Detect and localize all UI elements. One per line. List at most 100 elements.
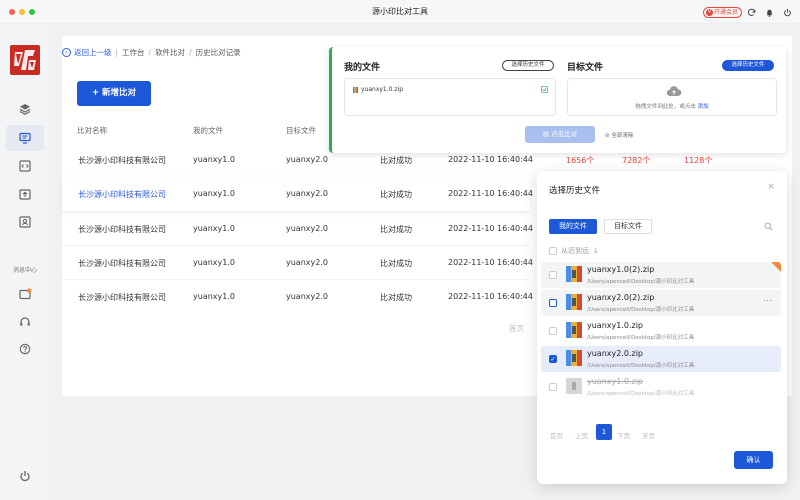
vip-label: 开通会员 [714, 9, 739, 16]
cell-time: 2022-11-10 16:40:44 [448, 292, 533, 301]
breadcrumb-item-workbench[interactable]: 工作台 [122, 47, 145, 58]
select-all-checkbox[interactable] [549, 247, 557, 255]
cell-name: 长沙源小印科技有限公司 [78, 225, 166, 234]
tab-target-files[interactable]: 目标文件 [604, 219, 652, 234]
file-path: /Users/apencell/Desktop/源小印比对工具 [587, 307, 695, 313]
cell-name: 长沙源小印科技有限公司 [78, 190, 166, 199]
file-name: yuanxy1.0.zip [587, 377, 644, 386]
history-file-modal: 选择历史文件 × 我的文件 目标文件 从近到远 ↓ yuanxy1.0(2).z… [537, 171, 787, 484]
cell-time: 2022-11-10 16:40:44 [448, 224, 533, 233]
zip-icon [566, 322, 582, 338]
file-checkbox-checked[interactable]: ✓ [549, 355, 557, 363]
file-checkbox[interactable] [549, 271, 557, 279]
close-icon[interactable]: × [767, 182, 775, 192]
cell-status: 比对成功 [380, 293, 412, 302]
code-icon[interactable] [18, 159, 32, 173]
breadcrumb-item-software-compare[interactable]: 软件比对 [155, 47, 185, 58]
list-item[interactable]: yuanxy1.0.zip /Users/apencell/Desktop/源小… [541, 318, 781, 344]
compare-label: 点击比对 [551, 130, 578, 138]
sort-label: 从近到远 [561, 247, 589, 255]
zip-icon [353, 86, 358, 93]
message-icon[interactable] [18, 287, 32, 301]
pager-prev[interactable]: 上页 [575, 430, 588, 440]
pager-next[interactable]: 下页 [617, 430, 630, 440]
my-file-item[interactable]: yuanxy1.0.zip [353, 86, 403, 93]
title-bar: 源小印比对工具 V 开通会员 [0, 0, 800, 24]
file-name: yuanxy2.0(2).zip [587, 293, 655, 302]
my-file-box: yuanxy1.0.zip [344, 78, 556, 116]
sort-arrow-icon: ↓ [593, 247, 599, 255]
refresh-icon[interactable] [747, 8, 756, 17]
target-drop-zone[interactable]: 拖拽文件到此处，或点击 添加 [567, 78, 777, 116]
help-icon[interactable] [18, 342, 32, 356]
file-name: yuanxy1.0(2).zip [587, 265, 655, 274]
file-checkbox[interactable] [549, 327, 557, 335]
monitor-icon[interactable] [18, 131, 32, 145]
zip-icon [566, 350, 582, 366]
tab-my-files[interactable]: 我的文件 [549, 219, 597, 234]
cell-target-file: yuanxy2.0 [286, 224, 328, 233]
pager-last[interactable]: 末页 [642, 430, 655, 440]
layers-icon[interactable] [18, 102, 32, 116]
cell-my-file: yuanxy1.0 [193, 155, 235, 164]
my-history-button[interactable]: 选择历史文件 [502, 60, 554, 71]
compare-button[interactable]: ▤ 点击比对 [525, 126, 595, 143]
power-icon[interactable] [783, 8, 792, 17]
logout-power-icon[interactable] [18, 469, 32, 483]
cell-my-file: yuanxy1.0 [193, 189, 235, 198]
list-item[interactable]: ✓ yuanxy2.0.zip /Users/apencell/Desktop/… [541, 346, 781, 372]
cell-status: 比对成功 [380, 190, 412, 199]
upload-card: 我的文件 选择历史文件 目标文件 选择历史文件 yuanxy1.0.zip 拖拽… [329, 47, 786, 153]
cell-target-file: yuanxy2.0 [286, 189, 328, 198]
confirm-button[interactable]: 确认 [734, 451, 773, 469]
vip-icon: V [706, 9, 713, 16]
file-checkbox[interactable] [549, 299, 557, 307]
clear-all-button[interactable]: ⊘ 全部清除 [605, 131, 633, 139]
cell-count-2: 7282个 [622, 156, 651, 165]
vip-button[interactable]: V 开通会员 [703, 7, 743, 18]
file-checkbox [549, 383, 557, 391]
file-name: yuanxy1.0.zip [587, 321, 644, 330]
cell-my-file: yuanxy1.0 [193, 224, 235, 233]
cell-time: 2022-11-10 16:40:44 [448, 258, 533, 267]
upload-icon[interactable] [18, 187, 32, 201]
drop-hint: 拖拽文件到此处，或点击 添加 [568, 102, 776, 110]
new-corner-badge [771, 262, 781, 272]
pager-current[interactable]: 1 [596, 424, 612, 440]
my-file-name: yuanxy1.0.zip [361, 86, 404, 93]
cell-time: 2022-11-10 16:40:44 [448, 155, 533, 164]
target-history-button[interactable]: 选择历史文件 [722, 60, 774, 71]
zip-icon [566, 294, 582, 310]
table-row[interactable]: 长沙源小印科技有限公司 yuanxy1.0 yuanxy2.0 比对成功 202… [62, 177, 533, 211]
app-title: 源小印比对工具 [372, 7, 428, 16]
cell-status: 比对成功 [380, 225, 412, 234]
column-header-target-file: 目标文件 [286, 126, 316, 135]
sort-control[interactable]: 从近到远 ↓ [549, 246, 599, 256]
cell-status: 比对成功 [380, 259, 412, 268]
back-link[interactable]: ‹ 返回上一级 [62, 47, 112, 58]
cell-count-3: 1128个 [684, 156, 713, 165]
more-icon[interactable]: ··· [763, 297, 773, 305]
search-icon[interactable] [764, 222, 773, 231]
cell-name: 长沙源小印科技有限公司 [78, 259, 166, 268]
headset-icon[interactable] [18, 315, 32, 329]
table-row[interactable]: 长沙源小印科技有限公司 yuanxy1.0 yuanxy2.0 比对成功 202… [62, 211, 533, 245]
add-file-link[interactable]: 添加 [698, 104, 709, 110]
table-pager-first[interactable]: 首页 [509, 323, 524, 334]
breadcrumb-item-history: 历史比对记录 [195, 48, 241, 57]
cloud-upload-icon [666, 86, 682, 96]
back-arrow-icon: ‹ [62, 48, 71, 57]
pager-first[interactable]: 首页 [550, 430, 563, 440]
list-item[interactable]: yuanxy1.0(2).zip /Users/apencell/Desktop… [541, 262, 781, 288]
cell-target-file: yuanxy2.0 [286, 155, 328, 164]
bell-icon[interactable] [765, 8, 774, 17]
cell-status: 比对成功 [380, 156, 412, 165]
breadcrumb: ‹ 返回上一级 | 工作台 / 软件比对 / 历史比对记录 [62, 47, 241, 58]
list-item[interactable]: yuanxy2.0(2).zip /Users/apencell/Desktop… [541, 290, 781, 316]
breadcrumb-separator: / [148, 48, 152, 57]
table-row[interactable]: 长沙源小印科技有限公司 yuanxy1.0 yuanxy2.0 比对成功 202… [62, 245, 533, 279]
table-row[interactable]: 长沙源小印科技有限公司 yuanxy1.0 yuanxy2.0 比对成功 202… [62, 279, 533, 313]
add-compare-button[interactable]: + 新增比对 [77, 81, 151, 106]
breadcrumb-separator: / [189, 48, 192, 57]
portrait-icon[interactable] [18, 215, 32, 229]
